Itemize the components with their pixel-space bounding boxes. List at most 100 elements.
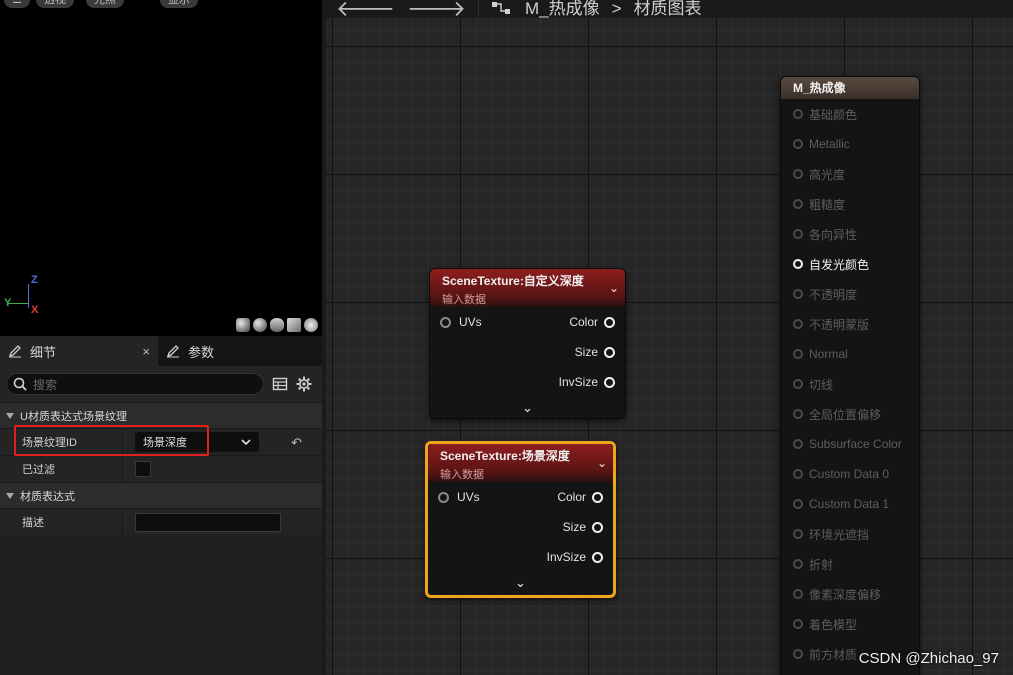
viewport-menu-button[interactable]: ☰ bbox=[4, 0, 30, 8]
output-pin-label: InvSize bbox=[558, 375, 598, 389]
input-pin-icon[interactable] bbox=[793, 199, 803, 209]
input-pin-icon[interactable] bbox=[793, 289, 803, 299]
scene-texture-node-custom-depth[interactable]: SceneTexture:自定义深度 输入数据 ⌄ UVs Color Size… bbox=[429, 268, 626, 419]
viewport-show-pill[interactable]: 显示 bbox=[160, 0, 198, 8]
pin-row: InvSize bbox=[430, 367, 625, 397]
preview-viewport[interactable]: ☰ 透视 光照 显示 Z Y X bbox=[0, 0, 322, 336]
custom-mesh-preview-icon[interactable] bbox=[304, 318, 318, 332]
cube-preview-icon[interactable] bbox=[287, 318, 301, 332]
output-pin-label: Color bbox=[557, 490, 586, 504]
result-pin-label: Subsurface Color bbox=[809, 437, 902, 451]
result-pin-label: 全局位置偏移 bbox=[809, 407, 882, 422]
input-pin-icon[interactable] bbox=[793, 439, 803, 449]
result-pin-label: 像素深度偏移 bbox=[809, 587, 882, 602]
forward-arrow-icon[interactable]: 🡒 bbox=[407, 0, 466, 20]
scene-texture-node-scene-depth[interactable]: SceneTexture:场景深度 输入数据 ⌄ UVs Color Size … bbox=[425, 441, 616, 598]
output-pin-label: Size bbox=[562, 520, 586, 534]
result-pin-label: 着色模型 bbox=[809, 617, 858, 632]
result-pin-row: 全局位置偏移 bbox=[781, 399, 919, 429]
filtered-checkbox[interactable] bbox=[135, 461, 151, 477]
input-pin-icon[interactable] bbox=[440, 316, 451, 328]
chevron-down-icon[interactable]: ⌄ bbox=[597, 456, 607, 470]
tab-parameters-label: 参数 bbox=[188, 344, 215, 360]
input-pin-label: UVs bbox=[457, 490, 480, 504]
material-result-node[interactable]: M_热成像 基础颜色 Metallic 高光度 粗糙度 各向异性 自发光颜色 不透明度 不透明… bbox=[780, 76, 920, 675]
viewport-perspective-pill[interactable]: 透视 bbox=[36, 0, 74, 8]
z-axis-label: Z bbox=[31, 274, 38, 286]
node-header[interactable]: SceneTexture:场景深度 输入数据 ⌄ bbox=[428, 444, 613, 482]
pin-row: Size bbox=[430, 337, 625, 367]
input-pin-icon[interactable] bbox=[793, 319, 803, 329]
result-pin-label: 前方材质 bbox=[809, 647, 858, 662]
input-pin-icon[interactable] bbox=[438, 491, 449, 503]
annotation-highlight-box bbox=[14, 425, 209, 456]
collapse-arrow-icon bbox=[6, 412, 14, 419]
panel-tabbar: 细节 × 参数 bbox=[0, 336, 322, 366]
breadcrumb-material[interactable]: M_热成像 bbox=[525, 0, 600, 17]
pencil-icon bbox=[8, 345, 21, 358]
result-pin-label: 各向异性 bbox=[809, 227, 858, 242]
table-view-icon[interactable] bbox=[272, 376, 288, 392]
section-material-expression[interactable]: 材质表达式 bbox=[0, 482, 322, 508]
input-pin-icon[interactable] bbox=[793, 559, 803, 569]
breadcrumb-graph[interactable]: 材质图表 bbox=[634, 0, 702, 17]
result-pin-row: 高光度 bbox=[781, 159, 919, 189]
property-description: 描述 bbox=[0, 508, 322, 536]
result-pin-row: 不透明蒙版 bbox=[781, 309, 919, 339]
input-pin-icon[interactable] bbox=[793, 379, 803, 389]
expand-node-icon[interactable]: ⌄ bbox=[430, 397, 625, 419]
result-pin-row: 环境光遮挡 bbox=[781, 519, 919, 549]
result-pin-row: 像素深度偏移 bbox=[781, 579, 919, 609]
input-pin-icon[interactable] bbox=[793, 169, 803, 179]
tab-parameters[interactable]: 参数 bbox=[158, 336, 222, 366]
close-icon[interactable]: × bbox=[142, 344, 150, 359]
output-pin-icon[interactable] bbox=[604, 316, 615, 328]
reset-to-default-icon[interactable]: ↶ bbox=[291, 435, 302, 451]
result-pin-label: Custom Data 0 bbox=[809, 467, 890, 481]
expand-node-icon[interactable]: ⌄ bbox=[428, 572, 613, 594]
preview-shape-buttons bbox=[236, 318, 318, 332]
input-pin-icon[interactable] bbox=[793, 499, 803, 509]
divider bbox=[478, 0, 479, 18]
input-pin-icon[interactable] bbox=[793, 589, 803, 599]
tab-details-label: 细节 bbox=[30, 344, 57, 360]
result-pin-label: 粗糙度 bbox=[809, 197, 846, 212]
pin-row: Size bbox=[428, 512, 613, 542]
output-pin-icon[interactable] bbox=[592, 551, 603, 563]
x-axis-label: X bbox=[31, 304, 39, 316]
output-pin-icon[interactable] bbox=[592, 521, 603, 533]
gear-icon[interactable] bbox=[296, 376, 312, 392]
output-pin-label: Color bbox=[569, 315, 598, 329]
section-material-expression-label: 材质表达式 bbox=[20, 490, 75, 503]
node-subtitle: 输入数据 bbox=[442, 294, 486, 306]
cylinder-preview-icon[interactable] bbox=[236, 318, 250, 332]
plane-preview-icon[interactable] bbox=[270, 318, 284, 332]
result-pin-row: 不透明度 bbox=[781, 279, 919, 309]
back-arrow-icon[interactable]: 🡐 bbox=[336, 0, 395, 20]
input-pin-icon[interactable] bbox=[793, 349, 803, 359]
result-pin-label: 基础颜色 bbox=[809, 107, 858, 122]
input-pin-icon[interactable] bbox=[793, 229, 803, 239]
output-pin-icon[interactable] bbox=[592, 491, 603, 503]
output-pin-label: InvSize bbox=[546, 550, 586, 564]
search-input[interactable]: 搜索 bbox=[6, 373, 264, 395]
property-label: 已过滤 bbox=[22, 464, 55, 476]
input-pin-icon[interactable] bbox=[793, 619, 803, 629]
output-pin-icon[interactable] bbox=[604, 376, 615, 388]
input-pin-icon[interactable] bbox=[793, 109, 803, 119]
description-field[interactable] bbox=[135, 512, 281, 532]
input-pin-icon[interactable] bbox=[793, 649, 803, 659]
input-pin-icon[interactable] bbox=[793, 469, 803, 479]
tab-details[interactable]: 细节 × bbox=[0, 336, 158, 366]
input-pin-icon[interactable] bbox=[793, 139, 803, 149]
viewport-lighting-pill[interactable]: 光照 bbox=[86, 0, 124, 8]
input-pin-icon[interactable] bbox=[793, 409, 803, 419]
input-pin-icon[interactable] bbox=[793, 259, 803, 269]
sphere-preview-icon[interactable] bbox=[253, 318, 267, 332]
result-pin-row: 粗糙度 bbox=[781, 189, 919, 219]
chevron-down-icon[interactable]: ⌄ bbox=[609, 281, 619, 295]
z-axis-line bbox=[28, 284, 29, 308]
input-pin-icon[interactable] bbox=[793, 529, 803, 539]
output-pin-icon[interactable] bbox=[604, 346, 615, 358]
node-header[interactable]: SceneTexture:自定义深度 输入数据 ⌄ bbox=[430, 269, 625, 307]
